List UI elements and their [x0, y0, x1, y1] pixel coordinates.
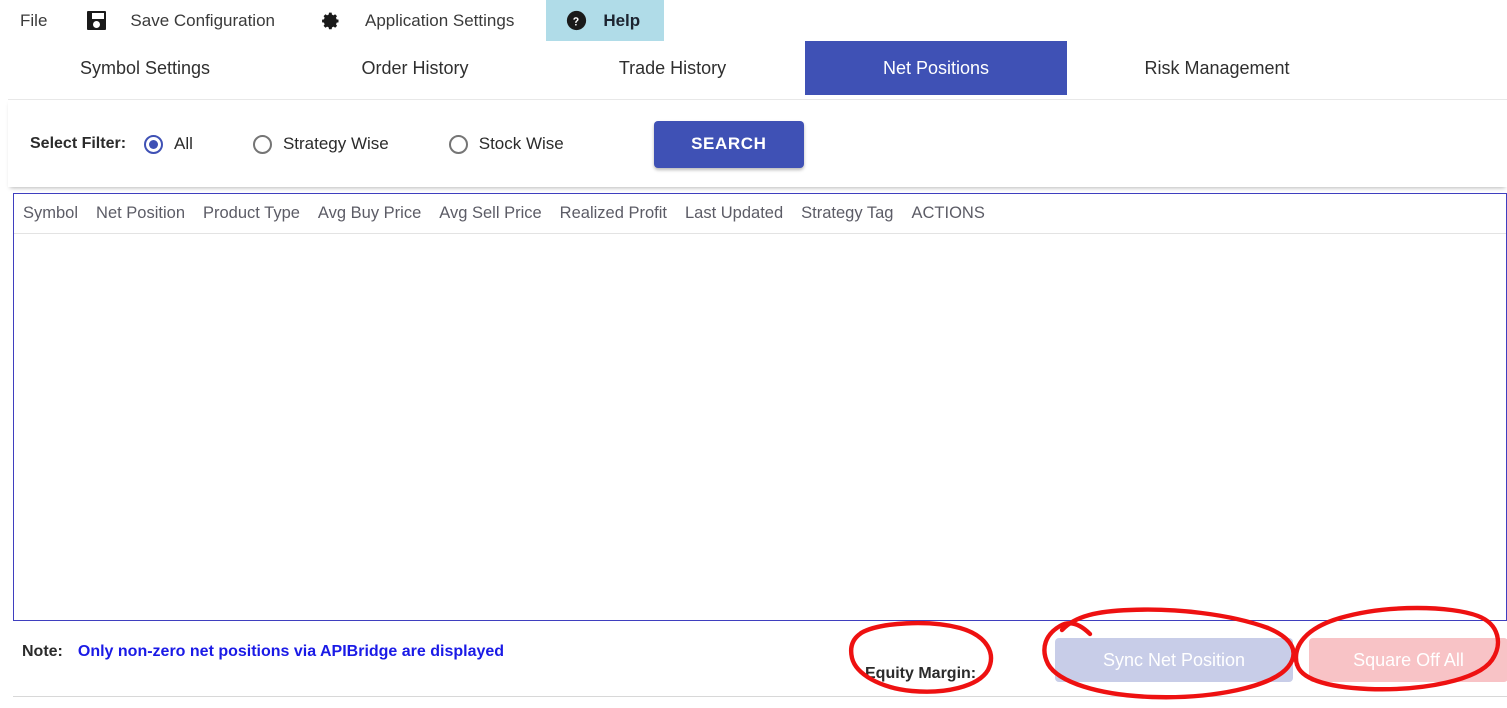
table-header-row: Symbol Net Position Product Type Avg Buy… [14, 194, 1506, 234]
sync-net-position-button[interactable]: Sync Net Position [1055, 638, 1293, 682]
column-header-last-updated[interactable]: Last Updated [685, 204, 783, 223]
tab-net-positions-label: Net Positions [882, 57, 990, 78]
menu-item-file-label: File [20, 10, 48, 30]
column-header-avg-sell-price[interactable]: Avg Sell Price [439, 204, 541, 223]
column-header-product-type[interactable]: Product Type [203, 204, 300, 223]
tab-order-history[interactable]: Order History [290, 41, 540, 95]
equity-margin-label: Equity Margin: [865, 665, 977, 682]
tab-order-history-label: Order History [361, 57, 469, 78]
square-off-all-button[interactable]: Square Off All [1309, 638, 1507, 682]
radio-option-strategy-wise[interactable]: Strategy Wise [252, 134, 389, 154]
radio-option-all[interactable]: All [144, 134, 193, 154]
tab-risk-management-label: Risk Management [1144, 57, 1290, 78]
note-label: Note: [22, 643, 63, 660]
note: Note: Only non-zero net positions via AP… [22, 643, 504, 661]
column-header-symbol[interactable]: Symbol [23, 204, 78, 223]
menu-item-application-settings[interactable]: Application Settings [351, 0, 528, 41]
radio-all-indicator [144, 134, 164, 154]
radio-strategy-wise-indicator [252, 134, 272, 154]
menu-item-application-settings-label: Application Settings [365, 10, 515, 30]
column-header-strategy-tag[interactable]: Strategy Tag [801, 204, 893, 223]
save-configuration-icon-button[interactable] [77, 0, 116, 41]
tab-trade-history-label: Trade History [618, 57, 727, 78]
tab-risk-management[interactable]: Risk Management [1067, 41, 1367, 95]
column-header-actions[interactable]: ACTIONS [911, 204, 984, 223]
table-body-empty [14, 234, 1506, 620]
search-button[interactable]: SEARCH [653, 120, 804, 168]
radio-strategy-wise-label: Strategy Wise [282, 134, 389, 153]
menu-bar: File Save Configuration Application Sett… [0, 0, 1507, 41]
menu-spacer [528, 0, 546, 41]
radio-option-stock-wise[interactable]: Stock Wise [448, 134, 564, 154]
menu-spacer [61, 0, 77, 41]
tab-symbol-settings-label: Symbol Settings [79, 57, 211, 78]
menu-item-save-configuration-label: Save Configuration [130, 10, 275, 30]
footer-bar: Note: Only non-zero net positions via AP… [13, 621, 1507, 697]
column-header-net-position[interactable]: Net Position [96, 204, 185, 223]
filter-row: Select Filter: All Strategy Wise Stock W… [8, 100, 804, 188]
radio-all-label: All [174, 134, 193, 153]
net-positions-table: Symbol Net Position Product Type Avg Buy… [13, 193, 1507, 621]
radio-stock-wise-indicator [448, 134, 468, 154]
column-header-realized-profit[interactable]: Realized Profit [560, 204, 667, 223]
filter-panel: Select Filter: All Strategy Wise Stock W… [8, 99, 1507, 187]
menu-item-help[interactable]: Help [546, 0, 665, 41]
tab-bar: Symbol Settings Order History Trade Hist… [0, 41, 1507, 95]
gear-icon [322, 12, 339, 29]
menu-item-help-label: Help [603, 10, 641, 30]
radio-stock-wise-label: Stock Wise [478, 134, 564, 153]
tab-trade-history[interactable]: Trade History [540, 41, 805, 95]
filter-radio-group: All Strategy Wise Stock Wise [144, 134, 564, 154]
tab-net-positions[interactable]: Net Positions [805, 41, 1067, 95]
save-icon [87, 11, 107, 30]
note-text: Only non-zero net positions via APIBridg… [77, 643, 505, 660]
column-header-avg-buy-price[interactable]: Avg Buy Price [318, 204, 421, 223]
application-window: File Save Configuration Application Sett… [0, 0, 1507, 708]
tab-symbol-settings[interactable]: Symbol Settings [0, 41, 290, 95]
menu-item-file[interactable]: File [0, 0, 61, 41]
select-filter-label: Select Filter: [30, 135, 127, 152]
menu-item-save-configuration[interactable]: Save Configuration [116, 0, 289, 41]
help-circle-icon [567, 10, 587, 31]
menu-spacer [289, 0, 311, 41]
application-settings-icon-button[interactable] [311, 0, 351, 41]
